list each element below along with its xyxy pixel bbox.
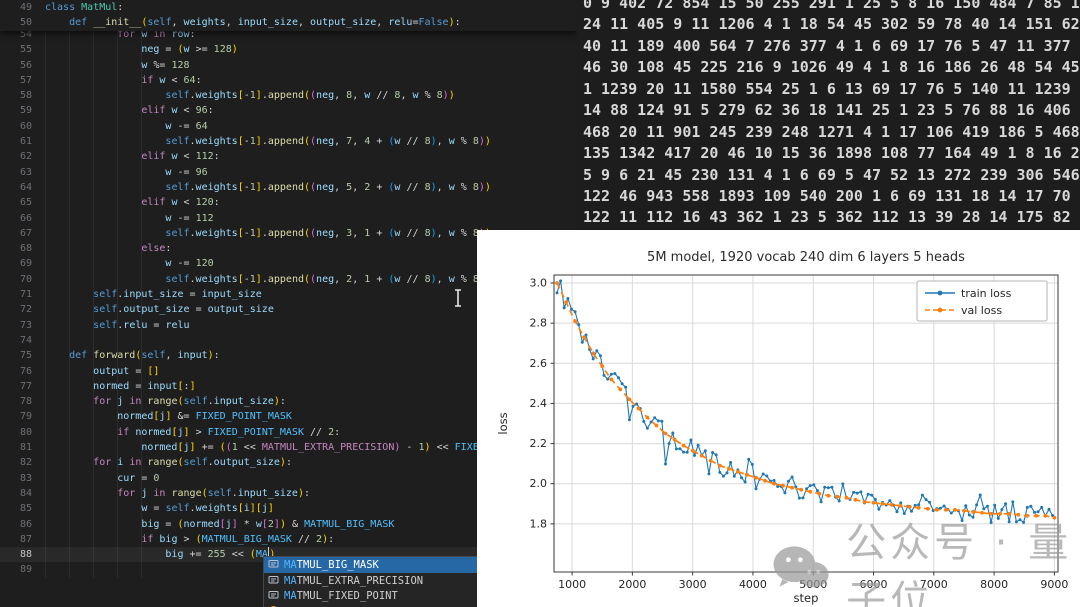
watermark: 公众号 · 量子位 xyxy=(772,510,1080,607)
line-number: 62 xyxy=(0,149,32,164)
line-number: 78 xyxy=(0,394,32,409)
line-number: 67 xyxy=(0,226,32,241)
line-number: 49 xyxy=(0,0,32,15)
wechat-icon xyxy=(772,537,830,599)
suggest-item-MATMUL_BIG_MASK[interactable]: MATMUL_BIG_MASK xyxy=(264,557,482,573)
line-number: 66 xyxy=(0,211,32,226)
constant-icon xyxy=(268,574,279,588)
line-number: 74 xyxy=(0,333,32,348)
constant-icon xyxy=(268,589,279,603)
constant-icon xyxy=(268,558,279,572)
sticky-code-line[interactable]: 49class MatMul: xyxy=(0,0,577,15)
code-line[interactable]: 66 w -= 112 xyxy=(0,211,577,226)
line-number: 59 xyxy=(0,103,32,118)
line-number: 65 xyxy=(0,195,32,210)
svg-text:2.6: 2.6 xyxy=(530,357,548,370)
line-number: 80 xyxy=(0,425,32,440)
code-line[interactable]: 60 w -= 64 xyxy=(0,119,577,134)
suggest-item-MATMUL_FIXED_POINT[interactable]: MATMUL_FIXED_POINT xyxy=(264,588,482,604)
line-number: 50 xyxy=(0,15,32,30)
svg-text:2.2: 2.2 xyxy=(530,437,548,450)
line-number: 56 xyxy=(0,58,32,73)
line-number: 83 xyxy=(0,471,32,486)
svg-text:3000: 3000 xyxy=(679,578,707,591)
line-number: 75 xyxy=(0,348,32,363)
terminal-row: 1 1239 20 11 1580 554 25 1 6 13 69 17 76… xyxy=(577,79,1080,100)
svg-text:2.8: 2.8 xyxy=(530,317,548,330)
svg-text:3.0: 3.0 xyxy=(530,277,548,290)
line-number: 89 xyxy=(0,562,32,577)
svg-text:2000: 2000 xyxy=(618,578,646,591)
suggest-label: MATMUL_EXTRA_PRECISION xyxy=(284,575,423,587)
code-line[interactable]: 62 elif w < 112: xyxy=(0,149,577,164)
line-number: 82 xyxy=(0,455,32,470)
line-number: 57 xyxy=(0,73,32,88)
line-number: 77 xyxy=(0,379,32,394)
terminal-row: 5 9 6 21 45 230 131 4 1 6 69 5 47 52 13 … xyxy=(577,165,1080,186)
code-line[interactable]: 61 self.weights[-1].append((neg, 7, 4 + … xyxy=(0,134,577,149)
terminal-row: 135 1342 417 20 46 10 15 36 1898 108 77 … xyxy=(577,143,1080,164)
watermark-text: 公众号 · 量子位 xyxy=(846,510,1080,607)
terminal-row: 468 20 11 901 245 239 248 1271 4 1 17 10… xyxy=(577,122,1080,143)
terminal-row: 122 46 943 558 1893 109 540 200 1 6 69 1… xyxy=(577,186,1080,207)
line-number: 68 xyxy=(0,241,32,256)
mouse-ibeam-cursor xyxy=(451,288,465,308)
line-number: 88 xyxy=(0,547,32,562)
terminal-row: 14 88 124 91 5 279 62 36 18 141 25 1 23 … xyxy=(577,100,1080,121)
line-number: 71 xyxy=(0,287,32,302)
line-number: 58 xyxy=(0,88,32,103)
svg-text:1000: 1000 xyxy=(558,578,586,591)
svg-text:1.8: 1.8 xyxy=(530,517,548,530)
line-number: 72 xyxy=(0,302,32,317)
suggest-item-MATMUL_EXTRA_PRECISION[interactable]: MATMUL_EXTRA_PRECISION xyxy=(264,573,482,589)
line-number: 55 xyxy=(0,42,32,57)
line-number: 63 xyxy=(0,165,32,180)
suggest-label: MATMUL_BIG_MASK xyxy=(284,559,379,571)
svg-text:2.0: 2.0 xyxy=(530,477,548,490)
svg-text:train loss: train loss xyxy=(961,287,1012,300)
code-line[interactable]: 55 neg = (w >= 128) xyxy=(0,42,577,57)
line-number: 60 xyxy=(0,119,32,134)
code-line[interactable]: 65 elif w < 120: xyxy=(0,195,577,210)
terminal-row: 24 11 405 9 11 1206 4 1 18 54 45 302 59 … xyxy=(577,14,1080,35)
code-line[interactable]: 59 elif w < 96: xyxy=(0,103,577,118)
terminal-row: 122 11 112 16 43 362 1 23 5 362 112 13 3… xyxy=(577,207,1080,228)
code-line[interactable]: 63 w -= 96 xyxy=(0,165,577,180)
suggest-label: MATMUL_FIXED_POINT xyxy=(284,590,398,602)
svg-text:4000: 4000 xyxy=(739,578,767,591)
line-number: 76 xyxy=(0,364,32,379)
line-number: 84 xyxy=(0,486,32,501)
code-line[interactable]: 58 self.weights[-1].append((neg, 8, w //… xyxy=(0,88,577,103)
line-number: 87 xyxy=(0,532,32,547)
line-number: 61 xyxy=(0,134,32,149)
terminal-rows: 0 9 402 72 854 15 50 255 291 1 25 5 8 16… xyxy=(577,0,1080,229)
code-line[interactable]: 56 w %= 128 xyxy=(0,58,577,73)
screen: 54 for w in row:55 neg = (w >= 128)56 w … xyxy=(0,0,1080,607)
sticky-scroll-header[interactable]: 49class MatMul:50 def __init__(self, wei… xyxy=(0,0,577,31)
chart-window: 5M model, 1920 vocab 240 dim 6 layers 5 … xyxy=(477,230,1080,607)
terminal-row: 0 9 402 72 854 15 50 255 291 1 25 5 8 16… xyxy=(577,0,1080,14)
sticky-code-line[interactable]: 50 def __init__(self, weights, input_siz… xyxy=(0,15,577,30)
svg-text:2.4: 2.4 xyxy=(530,397,548,410)
terminal-row: 46 30 108 45 225 216 9 1026 49 4 1 8 16 … xyxy=(577,57,1080,78)
line-number: 79 xyxy=(0,409,32,424)
line-number: 85 xyxy=(0,501,32,516)
autocomplete-popup[interactable]: MATMUL_BIG_MASK MATMUL_EXTRA_PRECISION MAT… xyxy=(263,556,483,607)
svg-text:loss: loss xyxy=(496,412,510,434)
line-number: 70 xyxy=(0,272,32,287)
line-number: 81 xyxy=(0,440,32,455)
line-number: 64 xyxy=(0,180,32,195)
line-number: 69 xyxy=(0,256,32,271)
code-line[interactable]: 57 if w < 64: xyxy=(0,73,577,88)
code-line[interactable]: 64 self.weights[-1].append((neg, 5, 2 + … xyxy=(0,180,577,195)
terminal-row: 40 11 189 400 564 7 276 377 4 1 6 69 17 … xyxy=(577,36,1080,57)
line-number: 73 xyxy=(0,318,32,333)
line-number: 86 xyxy=(0,517,32,532)
svg-text:val loss: val loss xyxy=(961,304,1002,317)
